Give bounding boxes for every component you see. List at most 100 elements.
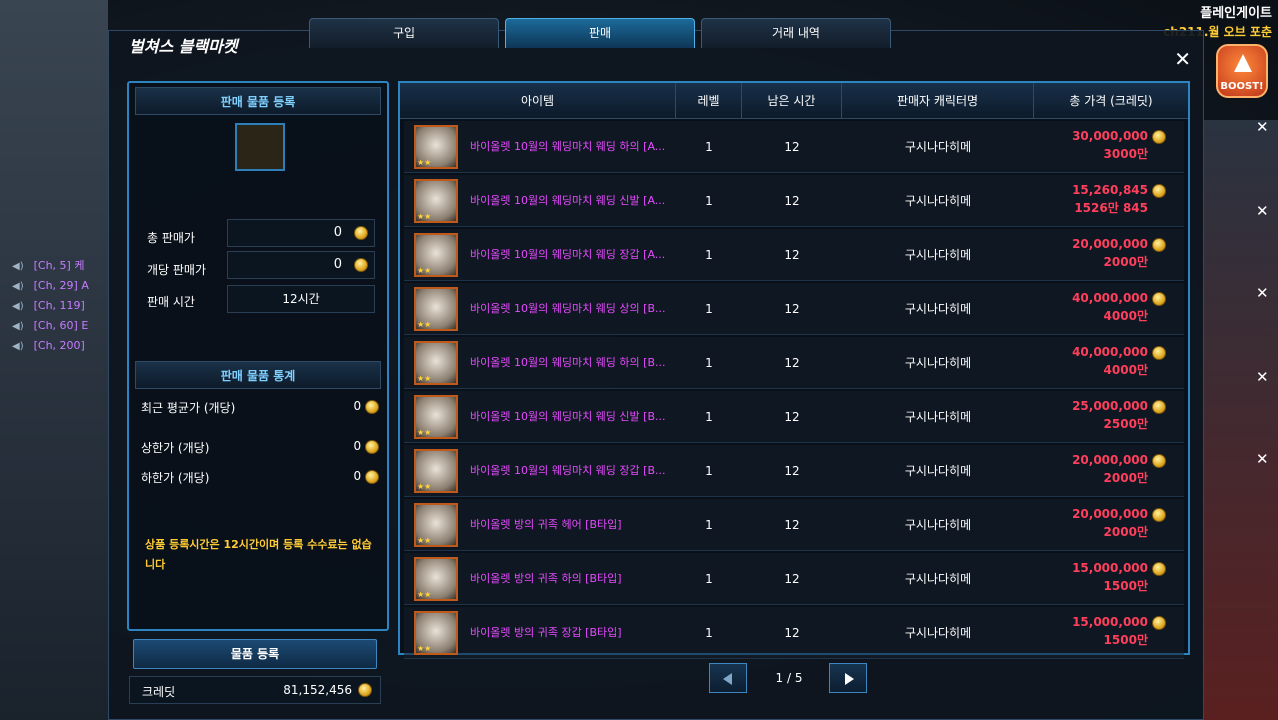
table-row[interactable]: ★★ 바이올렛 방의 귀족 하의 [B타입] 1 12 구시나다히메 15,000,000…: [404, 553, 1184, 605]
item-price-value: 25,000,000: [1072, 399, 1148, 413]
item-name: 바이올렛 방의 귀족 장갑 [B타입]: [470, 626, 622, 639]
quest-close-icon[interactable]: ✕: [1256, 202, 1269, 220]
next-page-button[interactable]: [829, 663, 867, 693]
chat-line[interactable]: ◀) [Ch, 60] E: [12, 316, 88, 336]
item-drop-slot[interactable]: [235, 123, 285, 171]
credit-coin-icon: [1152, 237, 1166, 252]
col-price[interactable]: 총 가격 (크레딧): [1034, 83, 1188, 119]
table-row[interactable]: ★★ 바이올렛 10월의 웨딩마치 웨딩 하의 [A... 1 12 구시나다히메 30,…: [404, 121, 1184, 173]
item-price-value: 15,000,000: [1072, 561, 1148, 575]
star-icon: ★★: [417, 644, 432, 653]
item-seller: 구시나다히메: [904, 302, 972, 316]
register-notice: 상품 등록시간은 12시간이며 등록 수수료는 없습니다: [145, 538, 372, 571]
credit-coin-icon: [354, 258, 368, 272]
register-item-button[interactable]: 물품 등록: [133, 639, 377, 669]
prev-page-button[interactable]: [709, 663, 747, 693]
page-indicator: 1 / 5: [775, 671, 803, 685]
star-icon: ★★: [417, 266, 432, 275]
close-icon[interactable]: ✕: [1174, 47, 1191, 71]
item-level: 1: [705, 518, 713, 532]
table-row[interactable]: ★★ 바이올렛 방의 귀족 장갑 [B타입] 1 12 구시나다히메 15,000,000…: [404, 607, 1184, 659]
table-row[interactable]: ★★ 바이올렛 10월의 웨딩마치 웨딩 신발 [A... 1 12 구시나다히메 15,…: [404, 175, 1184, 227]
chat-text: 케: [74, 259, 85, 272]
boost-button[interactable]: BOOST!: [1216, 44, 1268, 98]
item-level: 1: [705, 356, 713, 370]
item-price: 15,000,000 1500만: [1038, 613, 1166, 649]
table-row[interactable]: ★★ 바이올렛 10월의 웨딩마치 웨딩 상의 [B... 1 12 구시나다히메 40,…: [404, 283, 1184, 335]
credit-value: 81,152,456: [283, 683, 352, 697]
item-price: 20,000,000 2000만: [1038, 235, 1166, 271]
table-row[interactable]: ★★ 바이올렛 10월의 웨딩마치 웨딩 하의 [B... 1 12 구시나다히메 40,…: [404, 337, 1184, 389]
item-name: 바이올렛 10월의 웨딩마치 웨딩 하의 [B...: [470, 356, 666, 369]
chevron-left-icon: [723, 673, 732, 685]
chat-text: E: [81, 319, 89, 332]
speaker-icon: ◀): [12, 261, 24, 272]
item-price-value: 40,000,000: [1072, 345, 1148, 359]
sale-time-select[interactable]: 12시간: [227, 285, 375, 313]
star-icon: ★★: [417, 536, 432, 545]
col-seller[interactable]: 판매자 캐릭터명: [842, 83, 1034, 119]
table-row[interactable]: ★★ 바이올렛 10월의 웨딩마치 웨딩 신발 [B... 1 12 구시나다히메 25,…: [404, 391, 1184, 443]
quest-close-icon[interactable]: ✕: [1256, 284, 1269, 302]
listings-table: 아이템 레벨 남은 시간 판매자 캐릭터명 총 가격 (크레딧) ★★ 바이올렛 …: [398, 81, 1190, 659]
chat-line[interactable]: ◀) [Ch, 29] A: [12, 276, 89, 296]
item-icon: ★★: [414, 449, 458, 493]
item-name: 바이올렛 10월의 웨딩마치 웨딩 신발 [A...: [470, 194, 666, 207]
item-price-short: 1500만: [1103, 633, 1148, 647]
avg-price-value: 0: [353, 399, 362, 413]
chat-line[interactable]: ◀) [Ch, 200]: [12, 336, 85, 356]
item-seller: 구시나다히메: [904, 464, 972, 478]
credit-coin-icon: [1152, 183, 1166, 198]
item-time: 12: [784, 194, 800, 208]
quest-close-icon[interactable]: ✕: [1256, 368, 1269, 386]
item-seller: 구시나다히메: [904, 572, 972, 586]
black-market-window: 벌쳐스 블랙마켓 구입 판매 거래 내역 ✕ 판매 물품 등록 총 판매가 0 …: [108, 18, 1204, 720]
item-seller: 구시나다히메: [904, 194, 972, 208]
chat-line[interactable]: ◀) [Ch, 119]: [12, 296, 85, 316]
credit-coin-icon: [1152, 507, 1166, 522]
speaker-icon: ◀): [12, 281, 24, 292]
item-icon: ★★: [414, 611, 458, 655]
total-price-field[interactable]: 0: [227, 219, 375, 247]
item-level: 1: [705, 626, 713, 640]
item-price-short: 4000만: [1103, 363, 1148, 377]
chat-line[interactable]: ◀) [Ch, 5] 케: [12, 256, 84, 276]
item-price-short: 1500만: [1103, 579, 1148, 593]
tab-sell[interactable]: 판매: [505, 18, 695, 48]
table-row[interactable]: ★★ 바이올렛 방의 귀족 헤어 [B타입] 1 12 구시나다히메 20,000,000…: [404, 499, 1184, 551]
item-price-short: 3000만: [1103, 147, 1148, 161]
item-level: 1: [705, 302, 713, 316]
credit-coin-icon: [1152, 615, 1166, 630]
item-price: 40,000,000 4000만: [1038, 289, 1166, 325]
item-time: 12: [784, 356, 800, 370]
col-time[interactable]: 남은 시간: [742, 83, 842, 119]
item-price: 15,260,845 1526만 845: [1038, 181, 1166, 217]
chevron-right-icon: [845, 673, 854, 685]
total-price-value: 0: [333, 225, 342, 240]
item-time: 12: [784, 410, 800, 424]
col-item[interactable]: 아이템: [400, 83, 676, 119]
item-icon: ★★: [414, 287, 458, 331]
quest-close-icon[interactable]: ✕: [1256, 118, 1269, 136]
table-row[interactable]: ★★ 바이올렛 10월의 웨딩마치 웨딩 장갑 [B... 1 12 구시나다히메 20,…: [404, 445, 1184, 497]
avg-price: 0: [354, 399, 379, 414]
tab-buy[interactable]: 구입: [309, 18, 499, 48]
col-level[interactable]: 레벨: [676, 83, 742, 119]
chat-channel: [Ch, 60]: [33, 319, 78, 332]
unit-price-field[interactable]: 0: [227, 251, 375, 279]
credit-coin-icon: [365, 469, 379, 484]
tab-history[interactable]: 거래 내역: [701, 18, 891, 48]
table-row[interactable]: ★★ 바이올렛 10월의 웨딩마치 웨딩 장갑 [A... 1 12 구시나다히메 20,…: [404, 229, 1184, 281]
item-seller: 구시나다히메: [904, 248, 972, 262]
star-icon: ★★: [417, 158, 432, 167]
speaker-icon: ◀): [12, 341, 24, 352]
credit-coin-icon: [1152, 561, 1166, 576]
item-level: 1: [705, 572, 713, 586]
item-level: 1: [705, 410, 713, 424]
item-time: 12: [784, 626, 800, 640]
rocket-icon: [1234, 54, 1252, 72]
quest-close-icon[interactable]: ✕: [1256, 450, 1269, 468]
star-icon: ★★: [417, 212, 432, 221]
star-icon: ★★: [417, 428, 432, 437]
item-price-value: 15,260,845: [1072, 183, 1148, 197]
